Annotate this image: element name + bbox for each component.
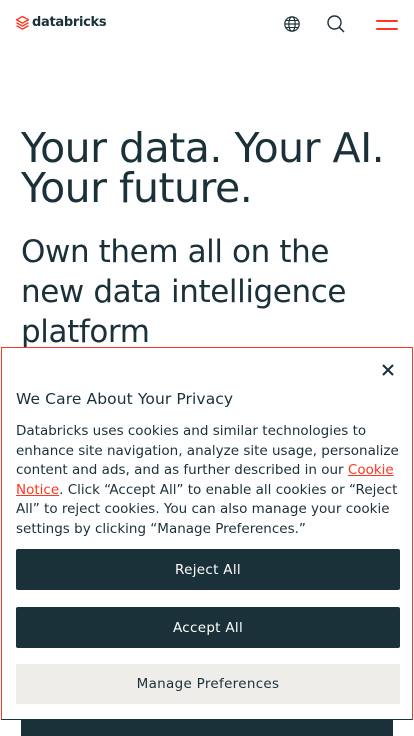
cookie-text-part1: Databricks uses cookies and similar tech…: [16, 423, 399, 478]
menu-line-top: [376, 20, 398, 22]
hamburger-menu-icon[interactable]: [376, 18, 398, 32]
cookie-banner-text: Databricks uses cookies and similar tech…: [16, 422, 400, 539]
manage-preferences-button[interactable]: Manage Preferences: [16, 664, 400, 704]
globe-icon[interactable]: [282, 14, 302, 34]
hero-subtitle: Own them all on the new data intelligenc…: [21, 234, 347, 350]
cookie-banner-title: We Care About Your Privacy: [16, 390, 234, 408]
hero-title: Your data. Your AI. Your future.: [21, 124, 385, 212]
logo-text: databricks: [32, 15, 107, 30]
menu-line-bottom: [376, 28, 398, 30]
search-icon[interactable]: [326, 14, 346, 34]
databricks-logo[interactable]: databricks: [16, 15, 107, 30]
hero-cta-button[interactable]: [21, 720, 393, 736]
close-icon[interactable]: [380, 362, 396, 378]
accept-all-button[interactable]: Accept All: [16, 607, 400, 648]
site-header: databricks: [0, 0, 414, 48]
cookie-text-part2: . Click “Accept All” to enable all cooki…: [16, 481, 398, 537]
cookie-consent-banner: We Care About Your Privacy Databricks us…: [1, 347, 413, 720]
reject-all-button[interactable]: Reject All: [16, 549, 400, 590]
databricks-logo-icon: [16, 16, 29, 30]
